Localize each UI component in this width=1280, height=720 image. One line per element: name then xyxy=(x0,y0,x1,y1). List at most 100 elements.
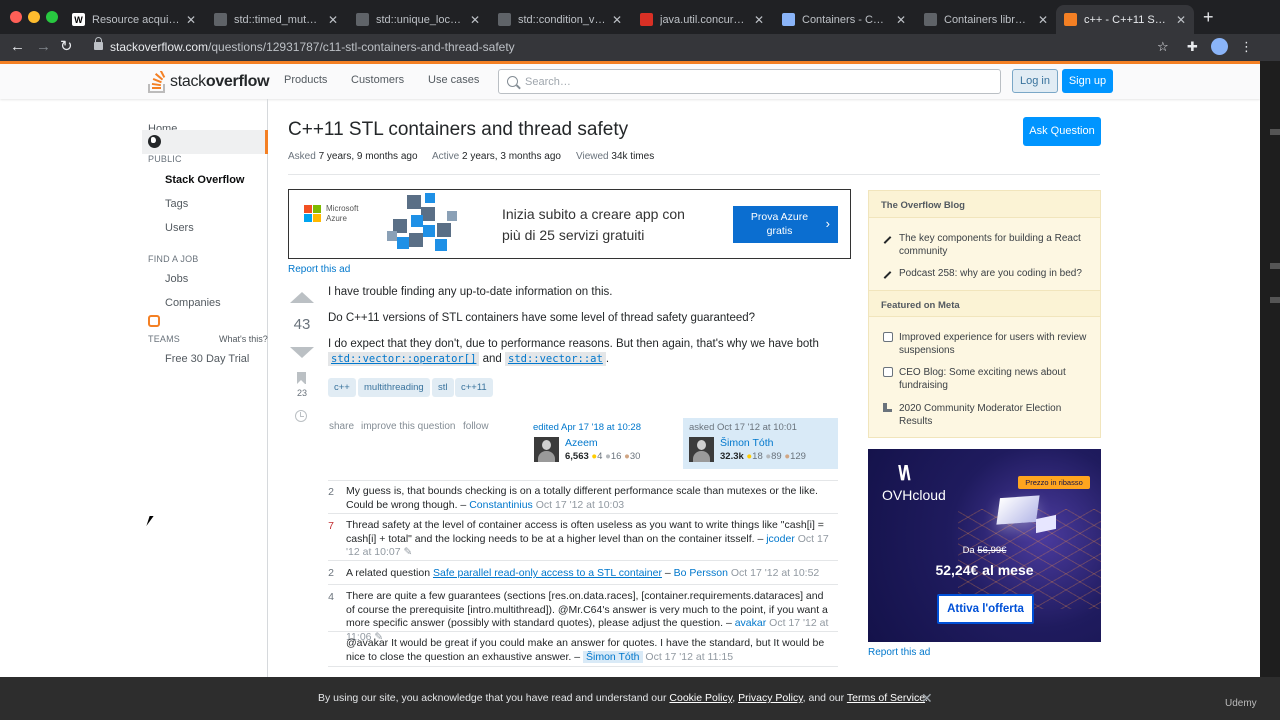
code-vector-operator[interactable]: std::vector::operator[] xyxy=(328,352,480,366)
editor-name[interactable]: Azeem xyxy=(565,437,598,449)
site-header: stackoverflow Products Customers Use cas… xyxy=(0,61,1260,99)
downvote-arrow-icon[interactable] xyxy=(290,347,314,358)
editor-rep-value: 6,563 xyxy=(565,451,589,462)
whats-this-link[interactable]: What's this? xyxy=(219,334,268,344)
back-arrow-icon[interactable]: ← xyxy=(10,38,25,56)
report-ad-link[interactable]: Report this ad xyxy=(288,264,350,275)
history-clock-icon[interactable] xyxy=(295,410,307,422)
tab-close-icon[interactable]: ✕ xyxy=(754,13,764,27)
comment-score: 4 xyxy=(328,591,334,603)
browser-tab[interactable]: std::unique_lock - cp ✕ xyxy=(348,5,488,34)
tag-cpp[interactable]: c++ xyxy=(328,378,356,397)
tag-multithreading[interactable]: multithreading xyxy=(358,378,430,397)
tab-favicon-icon xyxy=(782,13,795,26)
close-icon[interactable]: ✕ xyxy=(921,690,933,707)
login-button[interactable]: Log in xyxy=(1012,69,1058,93)
page-scrollbar[interactable] xyxy=(1260,61,1280,677)
code-vector-at[interactable]: std::vector::at xyxy=(505,352,606,366)
follow-link[interactable]: follow xyxy=(463,421,489,432)
tag-cpp11[interactable]: c++11 xyxy=(455,378,493,397)
meta-item[interactable]: 2020 Community Moderator Election Result… xyxy=(899,402,1094,428)
comment-divider xyxy=(328,631,838,632)
browser-tab[interactable]: std::timed_mutex - c ✕ xyxy=(206,5,346,34)
ask-question-button[interactable]: Ask Question xyxy=(1023,117,1101,146)
browser-tab[interactable]: Containers library - c ✕ xyxy=(916,5,1056,34)
ovhcloud-ad[interactable]: \/\ OVHcloud Prezzo in ribasso Da 56,99€… xyxy=(868,449,1101,642)
globe-icon xyxy=(148,135,161,148)
avatar[interactable] xyxy=(689,437,714,462)
tab-close-icon[interactable]: ✕ xyxy=(328,13,338,27)
ovh-logo-icon: \/\ xyxy=(898,463,911,485)
tab-title: c++ - C++11 STL con xyxy=(1084,13,1170,26)
browser-tab[interactable]: std::condition_variab ✕ xyxy=(490,5,630,34)
browser-tab[interactable]: Containers - C++ Re ✕ xyxy=(774,5,914,34)
tab-close-icon[interactable]: ✕ xyxy=(1176,13,1186,27)
bookmark-icon[interactable] xyxy=(297,372,306,384)
azure-ad-banner[interactable]: Microsoft Azure Inizia subito a creare ap… xyxy=(288,189,851,259)
blog-item[interactable]: The key components for building a React … xyxy=(899,232,1094,258)
report-ad-link[interactable]: Report this ad xyxy=(868,647,930,658)
minimize-window-button[interactable] xyxy=(28,11,40,23)
tab-close-icon[interactable]: ✕ xyxy=(612,13,622,27)
new-tab-button[interactable]: + xyxy=(1203,7,1214,28)
extensions-icon[interactable]: ✚ xyxy=(1187,38,1198,56)
viewed-label: Viewed xyxy=(576,151,609,162)
comment-user[interactable]: Constantinius xyxy=(469,499,533,511)
share-link[interactable]: share xyxy=(329,421,354,432)
browser-tab[interactable]: W Resource acquisition ✕ xyxy=(64,5,204,34)
tab-close-icon[interactable]: ✕ xyxy=(896,13,906,27)
asker-name[interactable]: Šimon Tóth xyxy=(720,437,774,449)
comment-user-op[interactable]: Šimon Tóth xyxy=(583,650,643,663)
upvote-arrow-icon[interactable] xyxy=(290,292,314,303)
browser-tab[interactable]: c++ - C++11 STL con ✕ xyxy=(1056,5,1194,34)
signup-button[interactable]: Sign up xyxy=(1062,69,1113,93)
profile-avatar[interactable] xyxy=(1211,38,1228,55)
reload-icon[interactable]: ↻ xyxy=(60,38,73,56)
comment-user[interactable]: Bo Persson xyxy=(674,567,728,579)
tab-close-icon[interactable]: ✕ xyxy=(470,13,480,27)
cookie-notice: By using our site, you acknowledge that … xyxy=(318,692,928,704)
privacy-policy-link[interactable]: Privacy Policy xyxy=(738,692,803,704)
ovh-logo-text: OVHcloud xyxy=(882,487,946,503)
tab-close-icon[interactable]: ✕ xyxy=(1038,13,1048,27)
meta-item[interactable]: CEO Blog: Some exciting news about fundr… xyxy=(899,366,1094,392)
comment-user[interactable]: avakar xyxy=(735,617,767,629)
sidebar-item-tags[interactable]: Tags xyxy=(165,198,188,210)
avatar[interactable] xyxy=(534,437,559,462)
edited-timestamp[interactable]: edited Apr 17 '18 at 10:28 xyxy=(533,422,641,433)
search-input[interactable]: Search… xyxy=(498,69,1001,94)
stackoverflow-logo[interactable]: stackoverflow xyxy=(148,69,270,95)
active-label: Active xyxy=(432,151,460,162)
tag-stl[interactable]: stl xyxy=(432,378,454,397)
browser-tab[interactable]: java.util.concurrent (✕ xyxy=(632,5,772,34)
nav-customers[interactable]: Customers xyxy=(351,74,404,86)
related-question-link[interactable]: Safe parallel read-only access to a STL … xyxy=(433,567,662,579)
forward-arrow-icon[interactable]: → xyxy=(36,38,51,56)
improve-question-link[interactable]: improve this question xyxy=(361,421,456,432)
sidebar-item-free-trial[interactable]: Free 30 Day Trial xyxy=(165,353,249,365)
post-paragraph-3: I do expect that they don't, due to perf… xyxy=(328,337,848,367)
terms-of-service-link[interactable]: Terms of Service xyxy=(847,692,925,704)
address-bar[interactable]: stackoverflow.com/questions/12931787/c11… xyxy=(84,36,1184,58)
close-window-button[interactable] xyxy=(10,11,22,23)
comment-user[interactable]: jcoder xyxy=(766,533,795,545)
sidebar-item-users[interactable]: Users xyxy=(165,222,194,234)
nav-use-cases[interactable]: Use cases xyxy=(428,74,479,86)
blog-item[interactable]: Podcast 258: why are you coding in bed? xyxy=(899,267,1094,280)
meta-item[interactable]: Improved experience for users with revie… xyxy=(899,331,1094,357)
try-azure-label-1: Prova Azure xyxy=(750,211,809,223)
question-title[interactable]: C++11 STL containers and thread safety xyxy=(288,119,628,141)
scroll-marker xyxy=(1270,263,1280,269)
ovh-price: 52,24€ al mese xyxy=(935,562,1034,578)
menu-kebab-icon[interactable]: ⋮ xyxy=(1240,38,1253,56)
try-azure-button[interactable]: Prova Azure gratis › xyxy=(733,206,838,243)
nav-products[interactable]: Products xyxy=(284,74,327,86)
sidebar-item-jobs[interactable]: Jobs xyxy=(165,273,188,285)
maximize-window-button[interactable] xyxy=(46,11,58,23)
activate-offer-button[interactable]: Attiva l'offerta xyxy=(937,594,1034,624)
web-page: stackoverflow Products Customers Use cas… xyxy=(0,61,1260,677)
cookie-policy-link[interactable]: Cookie Policy xyxy=(669,692,732,704)
star-icon[interactable]: ☆ xyxy=(1157,38,1169,56)
tab-close-icon[interactable]: ✕ xyxy=(186,13,196,27)
sidebar-item-companies[interactable]: Companies xyxy=(165,297,221,309)
